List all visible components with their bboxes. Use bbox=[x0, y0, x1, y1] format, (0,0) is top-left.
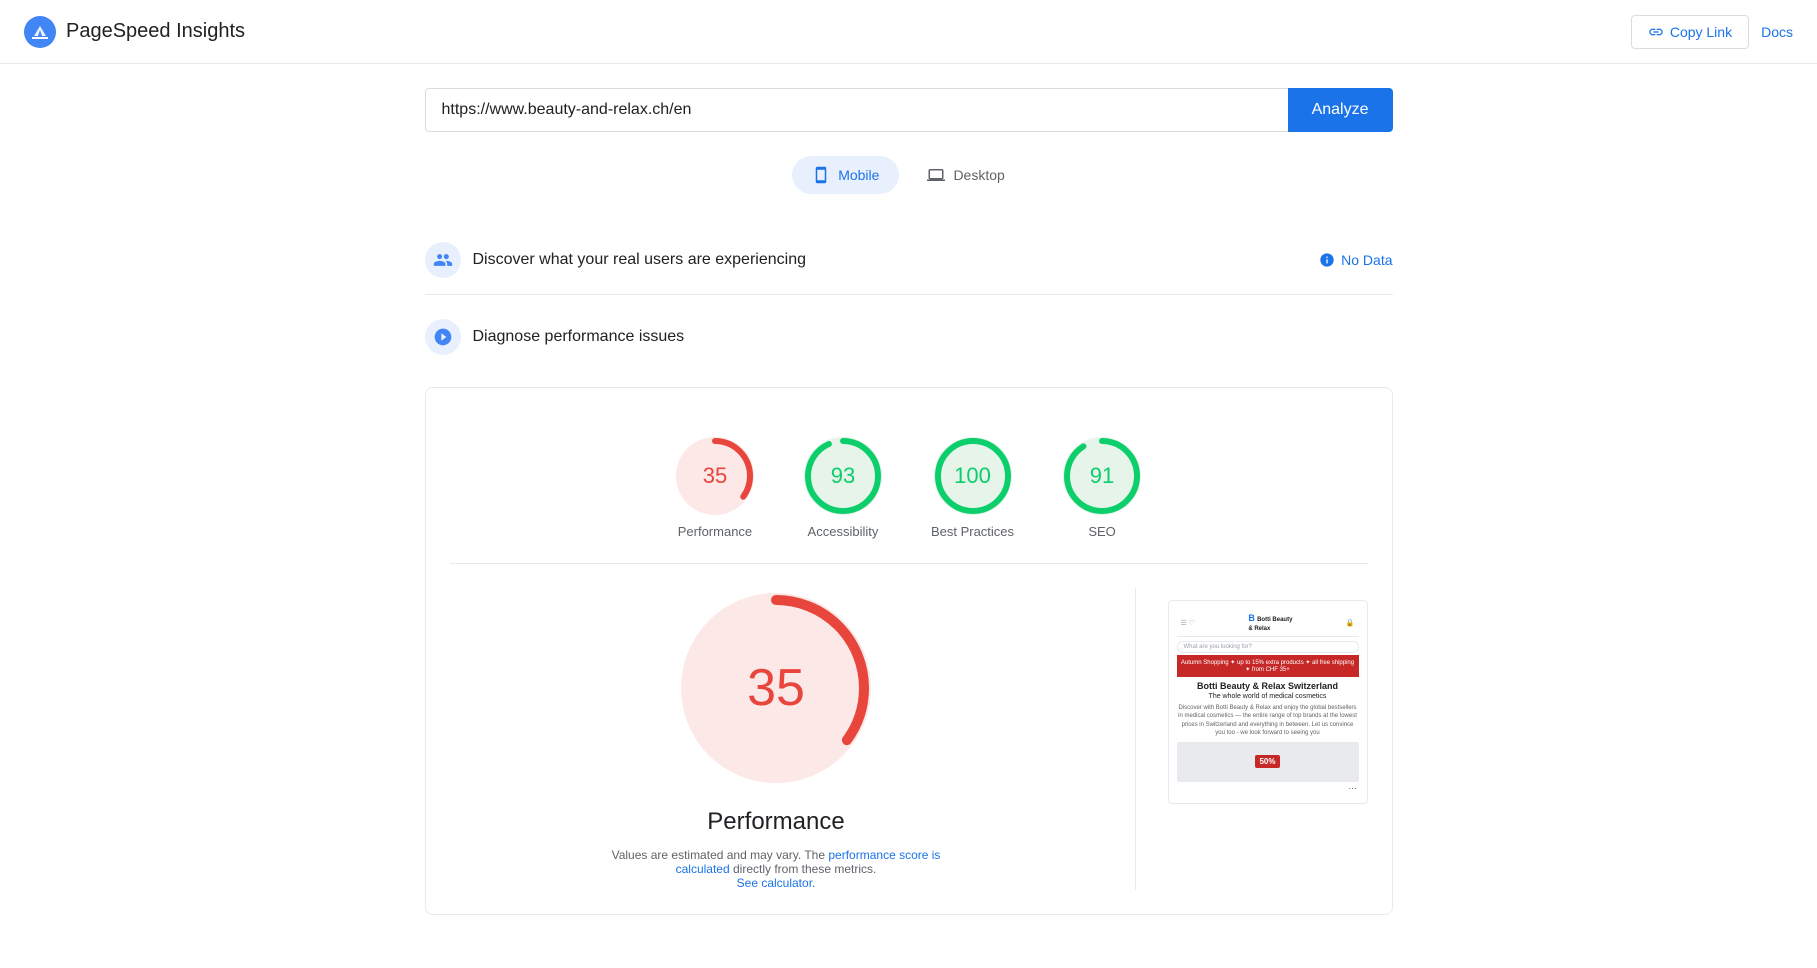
mock-promo-area: 50% bbox=[1177, 742, 1359, 782]
big-score-value: 35 bbox=[747, 658, 805, 718]
score-label-accessibility: Accessibility bbox=[808, 524, 879, 539]
scores-row: 35 Performance 93 Accessibility bbox=[450, 412, 1368, 564]
score-item-best-practices[interactable]: 100 Best Practices bbox=[931, 436, 1014, 539]
mobile-icon bbox=[812, 166, 830, 184]
info-icon bbox=[1319, 252, 1335, 268]
main-content: Analyze Mobile Desktop Discover what you… bbox=[409, 64, 1409, 939]
score-circle-accessibility: 93 bbox=[803, 436, 883, 516]
score-label-best-practices: Best Practices bbox=[931, 524, 1014, 539]
score-value-performance: 35 bbox=[703, 463, 727, 489]
app-title: PageSpeed Insights bbox=[66, 20, 245, 43]
header-right: Copy Link Docs bbox=[1631, 15, 1793, 49]
score-circle-seo: 91 bbox=[1062, 436, 1142, 516]
screenshot-mockup: ☰ ♡ B Botti Beauty& Relax 🔒 What are you… bbox=[1168, 600, 1368, 804]
mock-tagline: The whole world of medical cosmetics bbox=[1177, 693, 1359, 700]
mock-promo-banner: Autumn Shopping ✦ up to 15% extra produc… bbox=[1177, 655, 1359, 677]
mock-brand-logo: B Botti Beauty& Relax bbox=[1248, 613, 1292, 632]
desktop-icon bbox=[927, 166, 945, 184]
copy-link-button[interactable]: Copy Link bbox=[1631, 15, 1749, 49]
url-input[interactable] bbox=[425, 88, 1288, 132]
score-value-accessibility: 93 bbox=[831, 463, 855, 489]
score-item-seo[interactable]: 91 SEO bbox=[1062, 436, 1142, 539]
device-tabs: Mobile Desktop bbox=[425, 156, 1393, 194]
discover-title: Discover what your real users are experi… bbox=[473, 251, 806, 269]
no-data-button[interactable]: No Data bbox=[1319, 252, 1392, 268]
header-left: PageSpeed Insights bbox=[24, 16, 245, 48]
screenshot-area: ☰ ♡ B Botti Beauty& Relax 🔒 What are you… bbox=[1168, 588, 1368, 890]
mock-header-bar: ☰ ♡ B Botti Beauty& Relax 🔒 bbox=[1177, 609, 1359, 637]
no-data-label: No Data bbox=[1341, 252, 1392, 268]
mock-brand-name: Botti Beauty & Relax Switzerland bbox=[1177, 681, 1359, 691]
mock-footer: ··· bbox=[1177, 782, 1359, 795]
mock-promo-badge: 50% bbox=[1255, 755, 1279, 768]
url-bar-container: Analyze bbox=[425, 88, 1393, 132]
score-label-performance: Performance bbox=[678, 524, 752, 539]
discover-section-header: Discover what your real users are experi… bbox=[425, 226, 1393, 295]
diagnose-icon bbox=[425, 319, 461, 355]
perf-subtitle: Values are estimated and may vary. The p… bbox=[606, 848, 946, 890]
mock-body-text: Discover with Botti Beauty & Relax and e… bbox=[1177, 704, 1359, 738]
score-label-seo: SEO bbox=[1088, 524, 1115, 539]
tab-mobile-label: Mobile bbox=[838, 167, 879, 183]
score-item-accessibility[interactable]: 93 Accessibility bbox=[803, 436, 883, 539]
calculator-link[interactable]: See calculator. bbox=[737, 876, 816, 890]
perf-detail-title: Performance bbox=[707, 808, 844, 836]
detail-left: 35 Performance Values are estimated and … bbox=[450, 588, 1103, 890]
copy-link-label: Copy Link bbox=[1670, 24, 1732, 40]
score-value-seo: 91 bbox=[1090, 463, 1114, 489]
discover-section-left: Discover what your real users are experi… bbox=[425, 242, 806, 278]
diagnose-section-header: Diagnose performance issues bbox=[425, 303, 1393, 371]
tab-desktop[interactable]: Desktop bbox=[907, 156, 1024, 194]
performance-card: 35 Performance 93 Accessibility bbox=[425, 387, 1393, 915]
header: PageSpeed Insights Copy Link Docs bbox=[0, 0, 1817, 64]
score-item-performance[interactable]: 35 Performance bbox=[675, 436, 755, 539]
score-value-best-practices: 100 bbox=[954, 463, 991, 489]
mock-search-bar: What are you looking for? bbox=[1177, 641, 1359, 653]
vertical-divider bbox=[1135, 588, 1136, 890]
detail-section: 35 Performance Values are estimated and … bbox=[450, 564, 1368, 890]
score-circle-best-practices: 100 bbox=[933, 436, 1013, 516]
discover-icon bbox=[425, 242, 461, 278]
big-score-circle: 35 bbox=[676, 588, 876, 788]
pagespeed-logo-icon bbox=[24, 16, 56, 48]
docs-link[interactable]: Docs bbox=[1761, 24, 1793, 40]
link-icon bbox=[1648, 24, 1664, 40]
score-circle-performance: 35 bbox=[675, 436, 755, 516]
tab-desktop-label: Desktop bbox=[953, 167, 1004, 183]
analyze-button[interactable]: Analyze bbox=[1288, 88, 1393, 132]
tab-mobile[interactable]: Mobile bbox=[792, 156, 899, 194]
diagnose-title: Diagnose performance issues bbox=[473, 328, 685, 346]
